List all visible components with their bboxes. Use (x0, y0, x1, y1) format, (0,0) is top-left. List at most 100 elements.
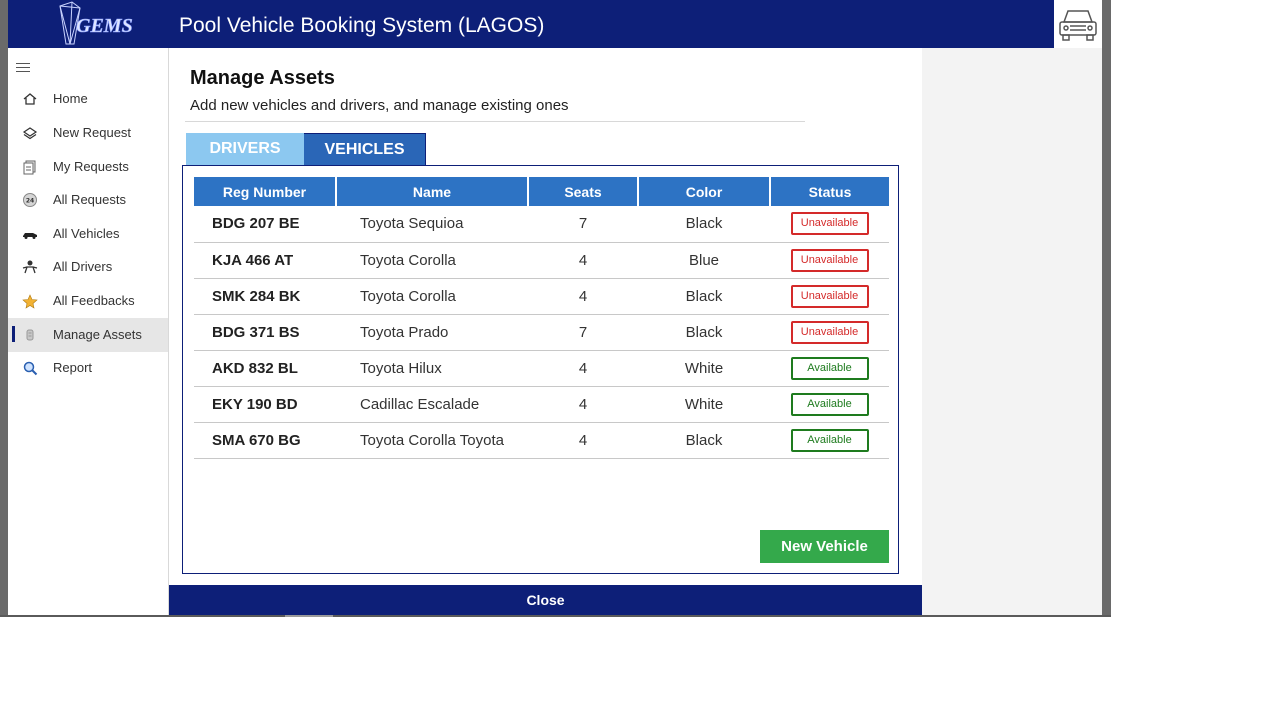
vehicles-table: Reg Number Name Seats Color Status BDG 2… (194, 177, 889, 459)
new-vehicle-button[interactable]: New Vehicle (760, 530, 889, 563)
sidebar-item-label: Home (53, 91, 88, 106)
hamburger-menu-icon[interactable] (16, 63, 30, 73)
cell-seats: 7 (528, 314, 638, 351)
star-icon (22, 294, 38, 309)
table-row[interactable]: BDG 207 BE Toyota Sequioa 7 Black Unavai… (194, 206, 889, 243)
sidebar-item-all-drivers[interactable]: All Drivers (8, 250, 168, 284)
status-badge[interactable]: Unavailable (790, 248, 869, 272)
sidebar-item-new-request[interactable]: New Request (8, 116, 168, 150)
sidebar-item-label: All Drivers (53, 259, 113, 274)
cell-reg: SMK 284 BK (194, 278, 336, 315)
cell-color: Black (638, 422, 770, 459)
cell-seats: 4 (528, 422, 638, 459)
window-right-border (1102, 0, 1111, 617)
cell-status: Unavailable (770, 314, 889, 351)
cell-reg: BDG 371 BS (194, 314, 336, 351)
sidebar-nav: Home New Request My Requests 24 All Requ… (8, 48, 169, 615)
sidebar-item-label: My Requests (53, 159, 129, 174)
column-header-reg[interactable]: Reg Number (194, 177, 337, 206)
status-badge[interactable]: Unavailable (790, 320, 869, 344)
cell-status: Unavailable (770, 278, 889, 315)
tab-vehicles[interactable]: VEHICLES (304, 133, 426, 165)
column-header-color[interactable]: Color (638, 177, 771, 206)
app-title: Pool Vehicle Booking System (LAGOS) (179, 14, 545, 37)
gems-logo: GEMS (59, 1, 133, 45)
cell-reg: SMA 670 BG (194, 422, 336, 459)
cell-name: Toyota Corolla Toyota (336, 422, 528, 459)
cell-color: Black (638, 314, 770, 351)
page-title: Manage Assets (190, 67, 335, 89)
cell-color: Black (638, 206, 770, 243)
table-row[interactable]: AKD 832 BL Toyota Hilux 4 White Availabl… (194, 350, 889, 387)
sidebar-item-all-vehicles[interactable]: All Vehicles (8, 217, 168, 251)
cell-color: Blue (638, 242, 770, 279)
cell-reg: EKY 190 BD (194, 386, 336, 423)
status-badge[interactable]: Unavailable (790, 212, 869, 236)
cell-status: Available (770, 386, 889, 423)
cell-reg: AKD 832 BL (194, 350, 336, 387)
horizontal-scrollbar-thumb[interactable] (285, 615, 333, 617)
cell-reg: BDG 207 BE (194, 206, 336, 243)
cell-reg: KJA 466 AT (194, 242, 336, 279)
table-row[interactable]: SMK 284 BK Toyota Corolla 4 Black Unavai… (194, 278, 889, 315)
page-subtitle: Add new vehicles and drivers, and manage… (190, 97, 569, 114)
vehicles-panel: Reg Number Name Seats Color Status BDG 2… (182, 165, 899, 574)
cell-name: Toyota Prado (336, 314, 528, 351)
status-badge[interactable]: Available (790, 392, 869, 416)
asset-icon (26, 329, 34, 341)
sidebar-item-report[interactable]: Report (8, 351, 168, 385)
documents-icon (23, 160, 36, 175)
logo-text: GEMS (76, 15, 133, 37)
cell-seats: 4 (528, 386, 638, 423)
cell-status: Available (770, 350, 889, 387)
table-row[interactable]: SMA 670 BG Toyota Corolla Toyota 4 Black… (194, 422, 889, 459)
table-row[interactable]: BDG 371 BS Toyota Prado 7 Black Unavaila… (194, 314, 889, 351)
cell-name: Toyota Hilux (336, 350, 528, 387)
cell-seats: 4 (528, 278, 638, 315)
status-badge[interactable]: Available (790, 356, 869, 380)
column-header-seats[interactable]: Seats (528, 177, 639, 206)
sidebar-item-all-feedbacks[interactable]: All Feedbacks (8, 284, 168, 318)
sidebar-item-manage-assets[interactable]: Manage Assets (8, 318, 168, 352)
table-row[interactable]: KJA 466 AT Toyota Corolla 4 Blue Unavail… (194, 242, 889, 279)
cell-seats: 7 (528, 206, 638, 243)
car-icon (23, 233, 37, 239)
main-content: Manage Assets Add new vehicles and drive… (169, 48, 922, 615)
account-car-button[interactable] (1054, 0, 1102, 48)
sidebar-item-label: Manage Assets (53, 327, 142, 342)
sidebar-item-label: All Vehicles (53, 226, 120, 241)
svg-text:24: 24 (26, 198, 34, 205)
window-left-border (0, 0, 8, 617)
cell-name: Toyota Corolla (336, 242, 528, 279)
sidebar-item-all-requests[interactable]: 24 All Requests (8, 183, 168, 217)
cell-name: Toyota Corolla (336, 278, 528, 315)
clock-24-icon: 24 (23, 193, 37, 207)
cell-name: Toyota Sequioa (336, 206, 528, 243)
tab-drivers[interactable]: DRIVERS (186, 133, 304, 165)
layers-icon (22, 127, 38, 140)
window-bottom-border (0, 615, 1111, 617)
sidebar-item-label: New Request (53, 125, 132, 140)
top-header: GEMS Pool Vehicle Booking System (LAGOS) (8, 0, 1054, 48)
sidebar-item-home[interactable]: Home (8, 82, 168, 116)
close-button[interactable]: Close (169, 585, 922, 615)
sidebar-item-label: All Feedbacks (53, 293, 135, 308)
column-header-status[interactable]: Status (770, 177, 889, 206)
sidebar-item-my-requests[interactable]: My Requests (8, 150, 168, 184)
status-badge[interactable]: Available (790, 428, 869, 452)
divider (185, 121, 805, 122)
cell-status: Unavailable (770, 206, 889, 243)
cell-color: White (638, 386, 770, 423)
cell-name: Cadillac Escalade (336, 386, 528, 423)
sidebar-item-label: All Requests (53, 192, 126, 207)
cell-seats: 4 (528, 242, 638, 279)
table-row[interactable]: EKY 190 BD Cadillac Escalade 4 White Ava… (194, 386, 889, 423)
drivers-icon (22, 260, 38, 274)
home-icon (23, 93, 37, 105)
cell-color: White (638, 350, 770, 387)
cell-color: Black (638, 278, 770, 315)
status-badge[interactable]: Unavailable (790, 284, 869, 308)
column-header-name[interactable]: Name (336, 177, 529, 206)
car-front-icon[interactable] (1054, 0, 1102, 48)
app-window: GEMS Pool Vehicle Booking System (LAGOS)… (0, 0, 1111, 617)
